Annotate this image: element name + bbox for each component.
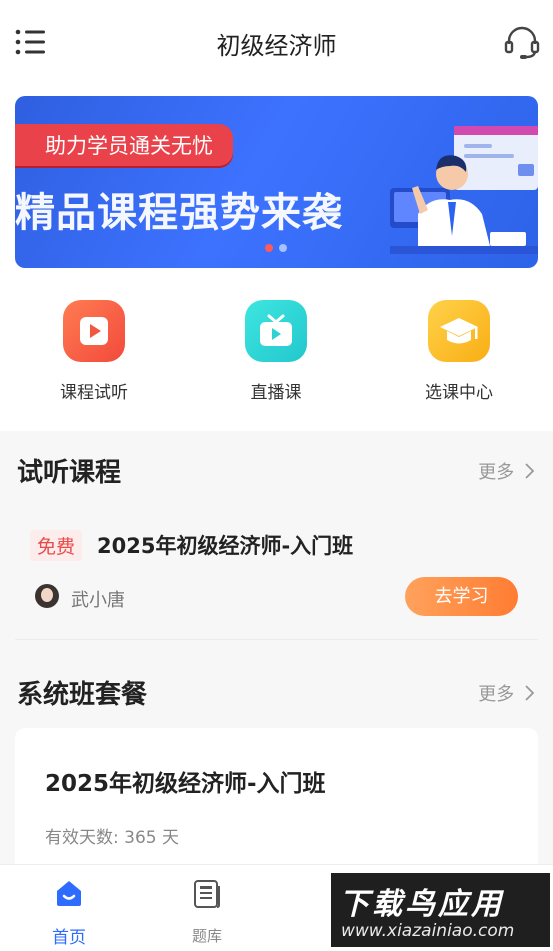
package-card[interactable]: 2025年初级经济师-入门班 有效天数: 365 天 [15, 728, 538, 878]
top-bar: 初级经济师 [0, 0, 553, 86]
play-video-icon [63, 300, 125, 362]
watermark-url: www.xiazainiao.com [341, 921, 515, 941]
question-bank-icon [194, 880, 220, 908]
valid-days: 有效天数: 365 天 [45, 828, 179, 848]
tab-label: 题库 [191, 927, 222, 945]
section-title: 试听课程 [17, 458, 122, 488]
teacher-avatar [35, 584, 59, 608]
go-study-button[interactable]: 去学习 [405, 577, 518, 616]
carousel-dot-1[interactable] [265, 244, 273, 252]
more-link[interactable]: 更多 [478, 680, 536, 706]
headset-icon[interactable] [503, 24, 541, 60]
promo-banner[interactable]: 助力学员通关无忧 精品课程强势来袭 [15, 96, 538, 268]
banner-section: 助力学员通关无忧 精品课程强势来袭 课程试听 直播课 选课中心 [0, 86, 553, 431]
quick-entry-live[interactable]: 直播课 [206, 300, 346, 403]
watermark-title: 下载鸟应用 [339, 887, 504, 922]
section-title: 系统班套餐 [17, 680, 148, 710]
quick-entry-course-trial[interactable]: 课程试听 [24, 300, 164, 403]
tab-label: 首页 [52, 928, 86, 948]
tab-home[interactable]: 首页 [14, 877, 124, 948]
more-label: 更多 [478, 462, 515, 483]
carousel-dot-2[interactable] [279, 244, 287, 252]
graduation-cap-icon [428, 300, 490, 362]
quick-entry-label: 选课中心 [425, 383, 493, 403]
teacher-name: 武小唐 [71, 590, 125, 611]
banner-headline: 精品课程强势来袭 [15, 190, 343, 236]
quick-entry-label: 课程试听 [60, 383, 128, 403]
chevron-right-icon [525, 463, 535, 479]
trial-section-header: 试听课程 更多 [0, 440, 553, 500]
package-section-header: 系统班套餐 更多 [0, 662, 553, 722]
teacher-illustration-icon [390, 126, 538, 254]
chevron-right-icon [525, 685, 535, 701]
quick-entry-label: 直播课 [250, 383, 302, 403]
more-link[interactable]: 更多 [478, 458, 536, 484]
home-icon [57, 881, 81, 906]
more-label: 更多 [478, 684, 515, 705]
free-badge: 免费 [30, 530, 83, 561]
quick-entry-course-center[interactable]: 选课中心 [389, 300, 529, 403]
tab-question-bank[interactable]: 题库 [152, 877, 262, 946]
course-title: 2025年初级经济师-入门班 [97, 534, 354, 558]
tv-icon [245, 300, 307, 362]
package-title: 2025年初级经济师-入门班 [45, 771, 326, 797]
watermark-logo: 下载鸟应用 www.xiazainiao.com [331, 873, 550, 947]
page-title: 初级经济师 [216, 32, 337, 60]
trial-course-card[interactable]: 免费 2025年初级经济师-入门班 武小唐 去学习 [15, 508, 538, 640]
banner-subtitle: 助力学员通关无忧 [15, 124, 233, 166]
